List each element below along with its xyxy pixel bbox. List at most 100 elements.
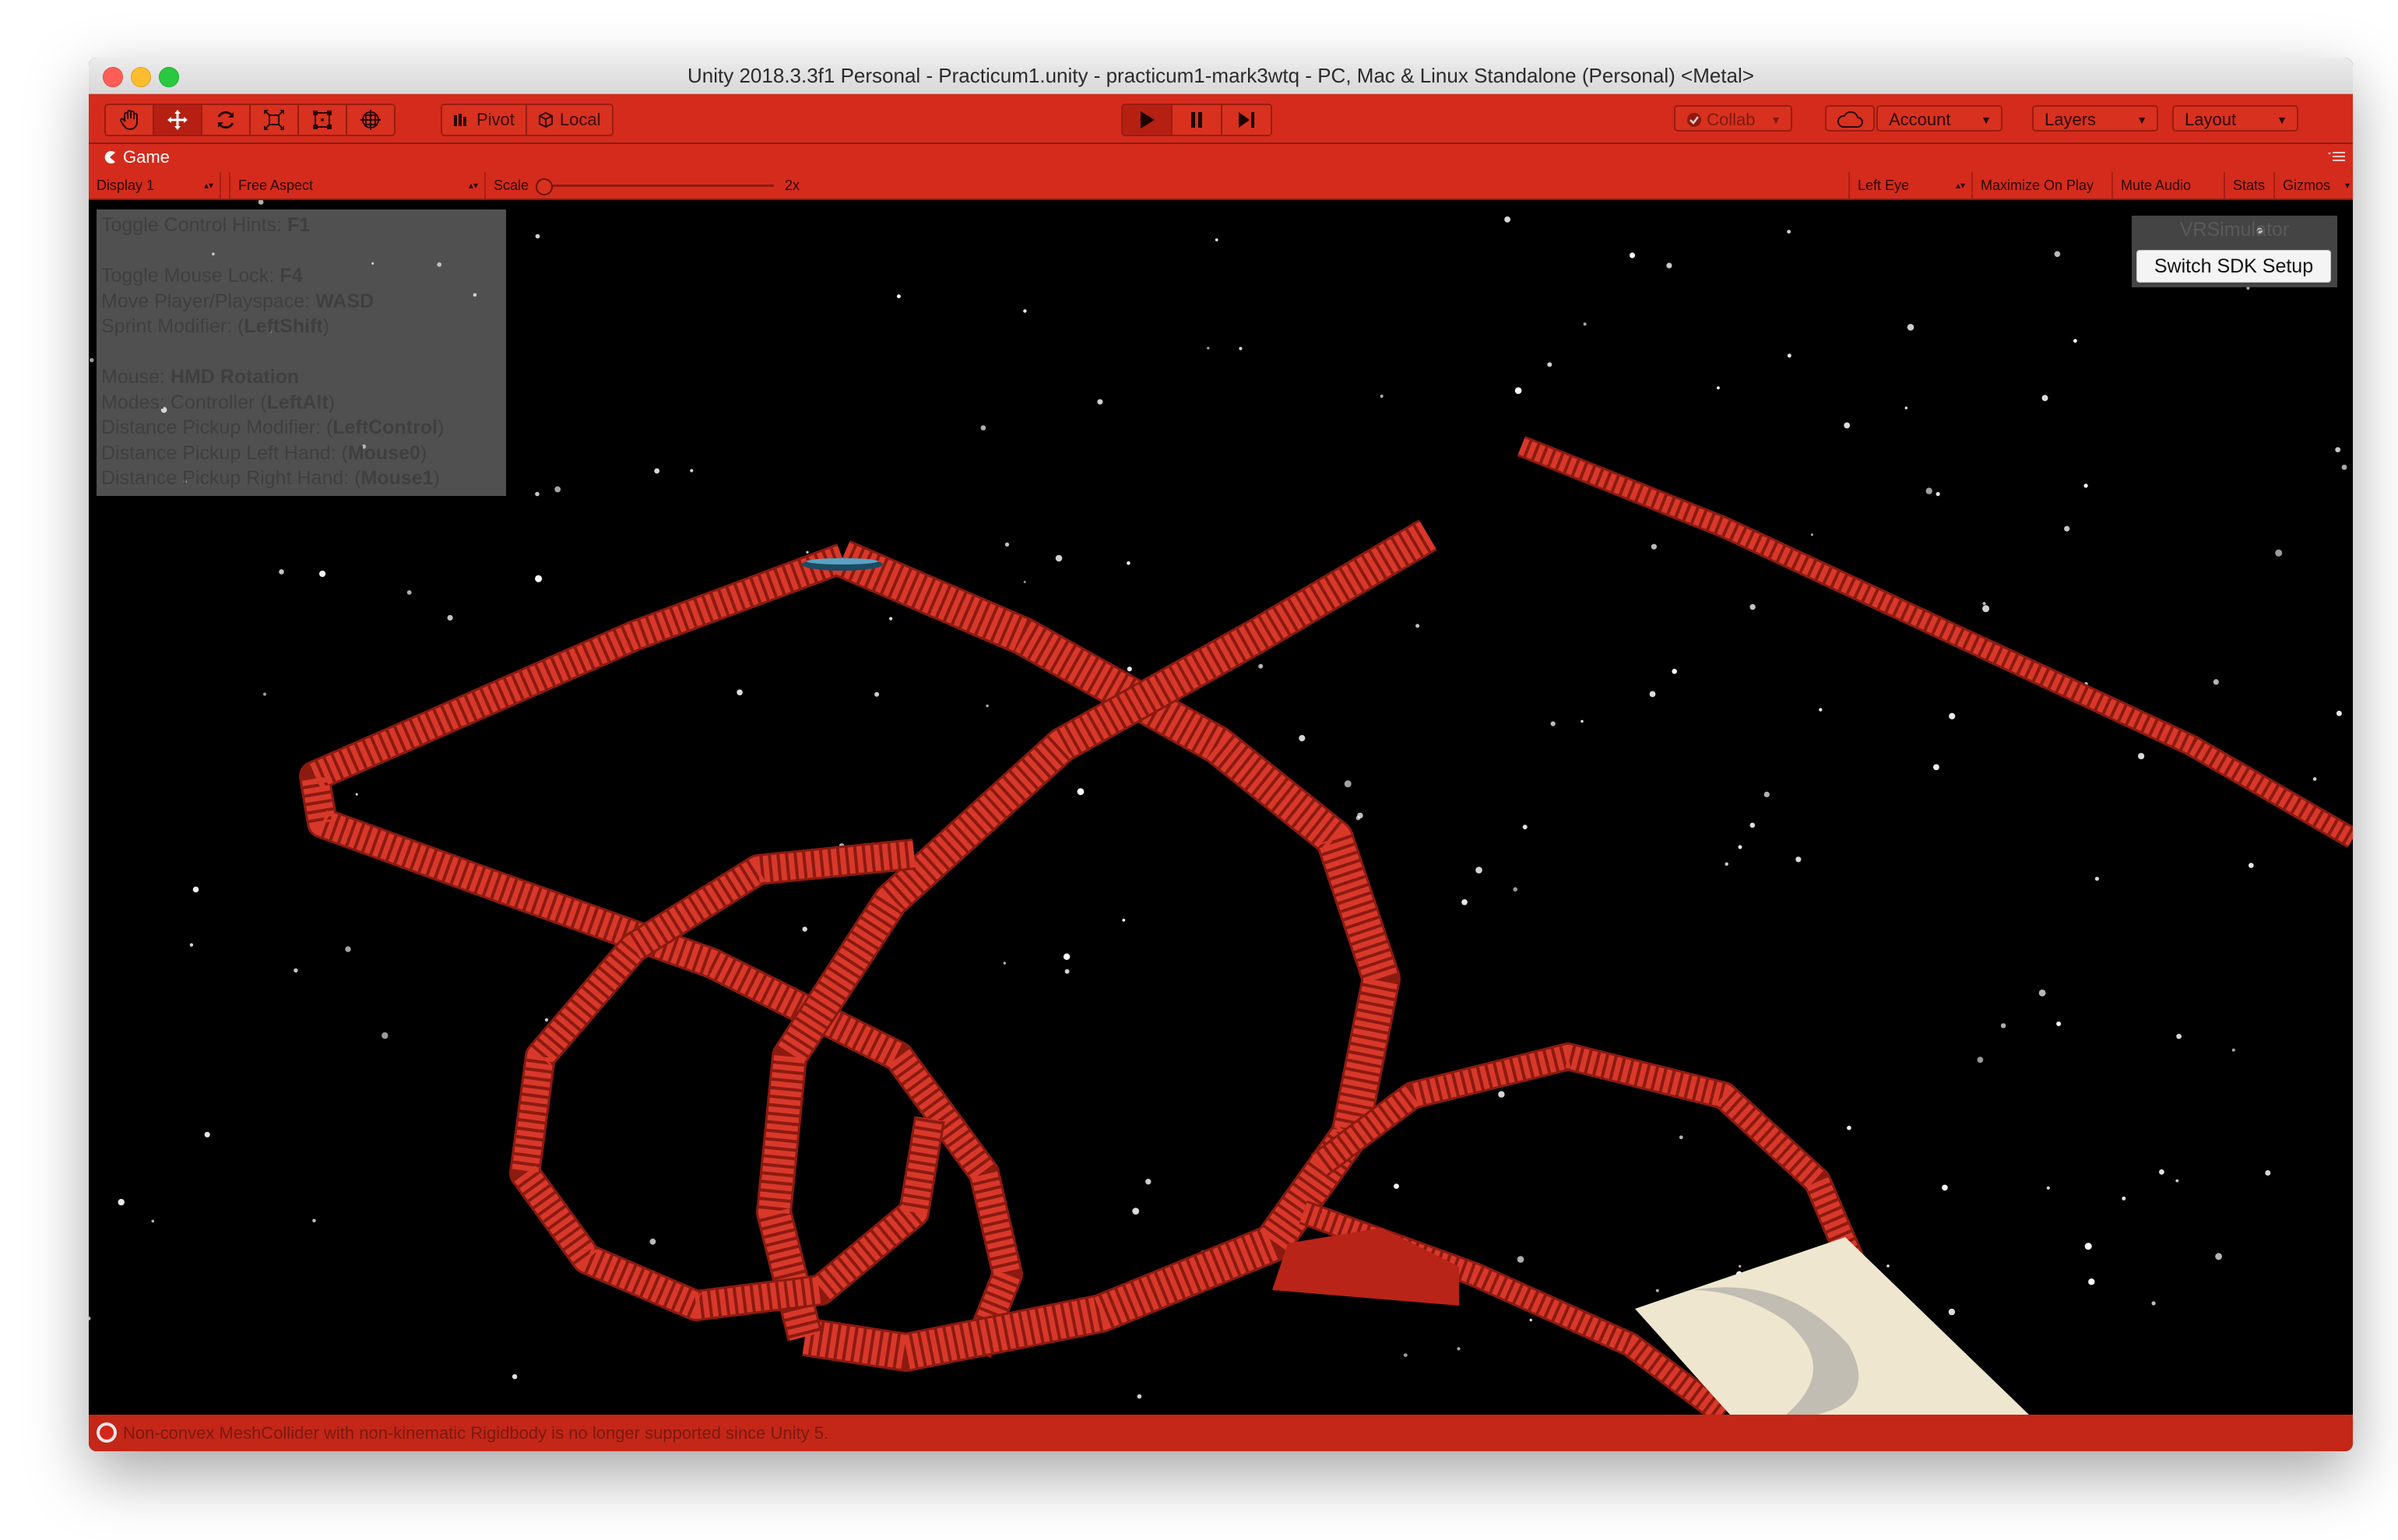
pivot-toggle[interactable]: Pivot bbox=[442, 105, 527, 135]
hint-key: Mouse1 bbox=[360, 467, 434, 489]
mute-audio-toggle[interactable]: Mute Audio bbox=[2113, 172, 2225, 199]
maximize-on-play-toggle[interactable]: Maximize On Play bbox=[1973, 172, 2113, 199]
hand-tool-button[interactable] bbox=[106, 105, 154, 135]
star bbox=[1023, 309, 1027, 313]
rect-tool-button[interactable] bbox=[299, 105, 347, 135]
rotate-tool-button[interactable] bbox=[202, 105, 251, 135]
cloud-button[interactable] bbox=[1825, 105, 1875, 132]
star bbox=[1819, 708, 1823, 712]
scale-value: 2x bbox=[785, 178, 800, 193]
star bbox=[1810, 533, 1813, 536]
collab-dropdown[interactable]: Collab ▼ bbox=[1674, 105, 1792, 132]
star bbox=[1982, 602, 1986, 606]
star bbox=[151, 1219, 155, 1223]
switch-sdk-setup-button[interactable]: Switch SDK Setup bbox=[2136, 250, 2331, 283]
hint-key: WASD bbox=[315, 290, 374, 312]
hint-line: Toggle Mouse Lock: F4 bbox=[101, 263, 501, 289]
star bbox=[2056, 1021, 2062, 1026]
stats-toggle[interactable]: Stats bbox=[2225, 172, 2275, 199]
star bbox=[1344, 780, 1352, 788]
star bbox=[1679, 1135, 1683, 1140]
aspect-label: Free Aspect bbox=[238, 178, 314, 193]
play-button[interactable] bbox=[1123, 105, 1173, 135]
star bbox=[312, 1218, 316, 1223]
star bbox=[1127, 666, 1132, 672]
layers-dropdown[interactable]: Layers ▼ bbox=[2032, 105, 2158, 132]
rotate-icon bbox=[217, 111, 234, 129]
star bbox=[1739, 1264, 1742, 1268]
account-label: Account bbox=[1889, 110, 1951, 129]
star bbox=[2073, 339, 2077, 343]
hint-text: Toggle Control Hints: bbox=[101, 214, 288, 236]
star bbox=[2265, 1170, 2271, 1176]
star bbox=[2138, 753, 2145, 760]
star bbox=[189, 943, 194, 947]
step-icon bbox=[1239, 112, 1254, 128]
hint-key: Mouse0 bbox=[347, 441, 420, 464]
chevron-down-icon: ▼ bbox=[2136, 114, 2147, 126]
cloud-icon bbox=[1837, 111, 1863, 128]
star bbox=[1461, 899, 1468, 905]
eye-dropdown[interactable]: Left Eye ▴▾ bbox=[1848, 172, 1973, 199]
star bbox=[512, 1374, 518, 1380]
star bbox=[1132, 1208, 1140, 1215]
scale-slider-thumb[interactable] bbox=[536, 178, 553, 195]
scale-slider-track[interactable] bbox=[543, 185, 774, 187]
hint-suffix: ) bbox=[433, 467, 440, 489]
display-dropdown[interactable]: Display 1 ▴▾ bbox=[89, 172, 221, 199]
panel-menu-icon[interactable] bbox=[2326, 150, 2345, 163]
step-button[interactable] bbox=[1222, 105, 1271, 135]
star bbox=[1942, 1184, 1948, 1191]
hint-text: Move Player/Playspace: bbox=[101, 290, 316, 312]
hint-text: Toggle Mouse Lock: bbox=[101, 265, 280, 287]
star bbox=[1844, 422, 1851, 429]
display-label: Display 1 bbox=[97, 178, 155, 193]
hint-suffix: ) bbox=[328, 391, 336, 413]
star bbox=[1649, 691, 1656, 698]
star bbox=[1795, 856, 1802, 863]
pause-icon bbox=[1191, 112, 1202, 128]
star bbox=[382, 1032, 389, 1039]
transform-tool-button[interactable] bbox=[347, 105, 394, 135]
red-staircases bbox=[299, 436, 2353, 1415]
scale-tool-button[interactable] bbox=[251, 105, 299, 135]
updown-icon: ▴▾ bbox=[1955, 180, 1965, 191]
star bbox=[1498, 1091, 1505, 1098]
star bbox=[2122, 1196, 2126, 1201]
star bbox=[1529, 1318, 1532, 1322]
pause-button[interactable] bbox=[1173, 105, 1222, 135]
star bbox=[1215, 238, 1218, 241]
star bbox=[1522, 824, 1528, 830]
star bbox=[1475, 867, 1482, 874]
hovering-disc bbox=[802, 558, 883, 571]
layers-label: Layers bbox=[2045, 110, 2097, 129]
star bbox=[118, 1198, 125, 1206]
local-cube-icon bbox=[538, 112, 553, 128]
tab-game[interactable]: Game bbox=[103, 147, 170, 167]
status-message[interactable]: Non-convex MeshCollider with non-kinemat… bbox=[123, 1415, 828, 1451]
hint-line bbox=[101, 238, 501, 264]
star bbox=[1023, 581, 1026, 583]
play-icon bbox=[1141, 111, 1155, 128]
star bbox=[355, 793, 358, 796]
star bbox=[2175, 1179, 2179, 1183]
aspect-dropdown[interactable]: Free Aspect ▴▾ bbox=[230, 172, 486, 199]
star bbox=[1717, 386, 1720, 390]
star bbox=[2000, 1023, 2006, 1028]
pacman-icon bbox=[104, 151, 115, 163]
window-title: Unity 2018.3.3f1 Personal - Practicum1.u… bbox=[687, 64, 1754, 87]
game-viewport[interactable]: Toggle Control Hints: F1 Toggle Mouse Loc… bbox=[89, 200, 2353, 1415]
star bbox=[1547, 362, 1552, 367]
star bbox=[1948, 1308, 1956, 1316]
star bbox=[1907, 324, 1915, 331]
hint-line: Distance Pickup Left Hand: (Mouse0) bbox=[101, 441, 501, 466]
star bbox=[2159, 1169, 2164, 1175]
star bbox=[1936, 491, 1940, 497]
local-toggle[interactable]: Local bbox=[526, 105, 612, 135]
account-dropdown[interactable]: Account ▼ bbox=[1876, 105, 2002, 132]
move-tool-button[interactable] bbox=[154, 105, 202, 135]
star bbox=[1629, 252, 1636, 258]
layout-dropdown[interactable]: Layout ▼ bbox=[2172, 105, 2298, 132]
star bbox=[2249, 863, 2254, 868]
gizmos-dropdown[interactable]: Gizmos ▾ bbox=[2275, 172, 2353, 199]
